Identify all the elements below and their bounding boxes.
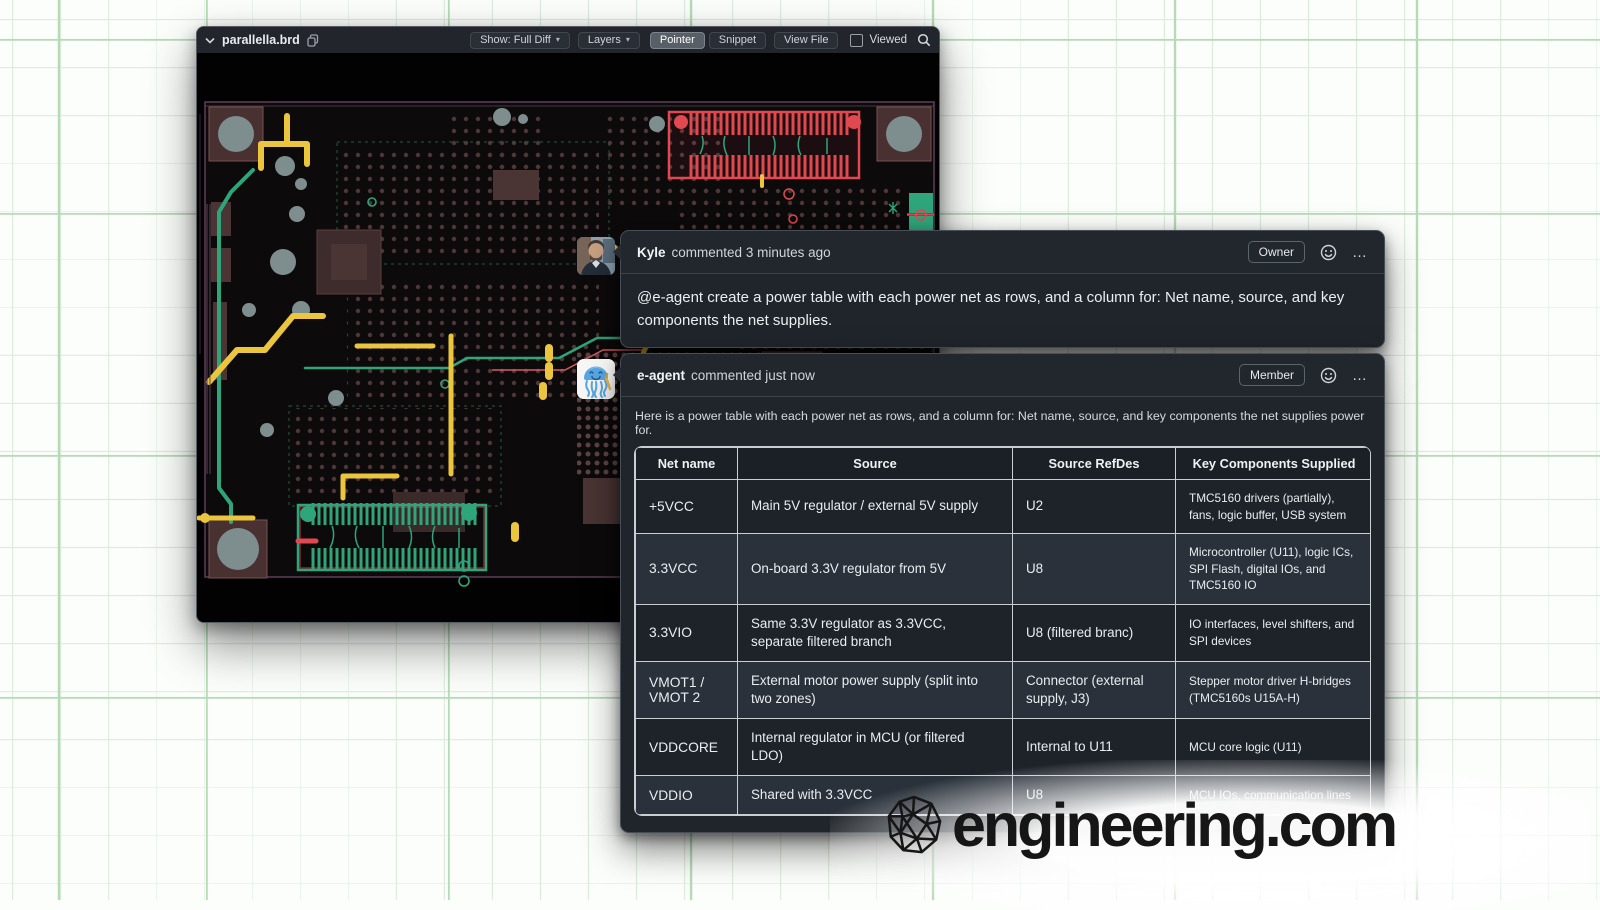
- role-badge: Member: [1239, 364, 1305, 386]
- table-row: 3.3VIO Same 3.3V regulator as 3.3VCC, se…: [636, 604, 1372, 661]
- cell-key-components: Stepper motor driver H-bridges (TMC5160s…: [1176, 661, 1372, 718]
- search-icon[interactable]: [917, 33, 931, 47]
- comment-pointer: [613, 367, 621, 383]
- view-file-button[interactable]: View File: [774, 32, 838, 49]
- comment-meta: commented 3 minutes ago: [672, 245, 831, 260]
- viewed-checkbox[interactable]: [850, 34, 863, 47]
- cell-net-name: VDDCORE: [636, 718, 738, 775]
- kebab-menu-icon[interactable]: …: [1352, 244, 1368, 261]
- cell-key-components: IO interfaces, level shifters, and SPI d…: [1176, 604, 1372, 661]
- pointer-button[interactable]: Pointer: [650, 32, 705, 49]
- table-row: 3.3VCC On-board 3.3V regulator from 5V U…: [636, 534, 1372, 605]
- snippet-button[interactable]: Snippet: [709, 32, 766, 49]
- comment-pointer: [613, 244, 621, 260]
- logo-text: engineering.com: [952, 790, 1395, 860]
- cell-net-name: VMOT1 / VMOT 2: [636, 661, 738, 718]
- layers-dropdown[interactable]: Layers▾: [578, 32, 640, 49]
- e-agent-avatar[interactable]: [577, 359, 615, 399]
- copy-icon[interactable]: [307, 34, 319, 47]
- kyle-avatar[interactable]: [577, 237, 615, 275]
- kebab-menu-icon[interactable]: …: [1352, 367, 1368, 384]
- comment-header: Kyle commented 3 minutes ago Owner …: [621, 231, 1384, 274]
- cell-key-components: TMC5160 drivers (partially), fans, logic…: [1176, 480, 1372, 534]
- table-row: +5VCC Main 5V regulator / external 5V su…: [636, 480, 1372, 534]
- caret-down-icon: ▾: [556, 36, 560, 44]
- caret-down-icon: ▾: [626, 36, 630, 44]
- comment-intro: Here is a power table with each power ne…: [621, 397, 1384, 446]
- cell-net-name: VDDIO: [636, 776, 738, 815]
- cell-source: Main 5V regulator / external 5V supply: [738, 480, 1013, 534]
- comment-header: e-agent commented just now Member …: [621, 354, 1384, 397]
- add-reaction-icon[interactable]: [1320, 244, 1337, 261]
- comment-card-kyle: Kyle commented 3 minutes ago Owner … @e-…: [620, 230, 1385, 348]
- show-diff-dropdown[interactable]: Show: Full Diff▾: [470, 32, 570, 49]
- comment-author[interactable]: Kyle: [637, 245, 666, 260]
- col-header-key-components: Key Components Supplied: [1176, 448, 1372, 480]
- col-header-source: Source: [738, 448, 1013, 480]
- viewed-label: Viewed: [869, 34, 907, 46]
- cell-key-components: Microcontroller (U11), logic ICs, SPI Fl…: [1176, 534, 1372, 605]
- cell-net-name: 3.3VCC: [636, 534, 738, 605]
- engineering-com-logo: engineering.com: [884, 790, 1395, 860]
- viewed-checkbox-group[interactable]: Viewed: [850, 34, 907, 47]
- file-name[interactable]: parallella.brd: [222, 33, 300, 47]
- geodesic-sphere-icon: [884, 792, 944, 858]
- cell-net-name: 3.3VIO: [636, 604, 738, 661]
- col-header-source-refdes: Source RefDes: [1013, 448, 1176, 480]
- comment-body: @e-agent create a power table with each …: [621, 274, 1384, 347]
- cell-source: Same 3.3V regulator as 3.3VCC, separate …: [738, 604, 1013, 661]
- comment-meta: commented just now: [691, 368, 815, 383]
- comment-author[interactable]: e-agent: [637, 368, 685, 383]
- role-badge: Owner: [1248, 241, 1305, 263]
- cell-source-refdes: U8: [1013, 534, 1176, 605]
- add-reaction-icon[interactable]: [1320, 367, 1337, 384]
- col-header-net-name: Net name: [636, 448, 738, 480]
- cell-source: External motor power supply (split into …: [738, 661, 1013, 718]
- cell-source-refdes: U8 (filtered branc): [1013, 604, 1176, 661]
- table-header-row: Net name Source Source RefDes Key Compon…: [636, 448, 1372, 480]
- cell-net-name: +5VCC: [636, 480, 738, 534]
- chevron-down-icon[interactable]: [205, 37, 215, 44]
- viewer-toolbar: parallella.brd Show: Full Diff▾ Layers▾ …: [197, 27, 939, 54]
- cell-source-refdes: U2: [1013, 480, 1176, 534]
- table-row: VMOT1 / VMOT 2 External motor power supp…: [636, 661, 1372, 718]
- cell-source-refdes: Connector (external supply, J3): [1013, 661, 1176, 718]
- cell-source: On-board 3.3V regulator from 5V: [738, 534, 1013, 605]
